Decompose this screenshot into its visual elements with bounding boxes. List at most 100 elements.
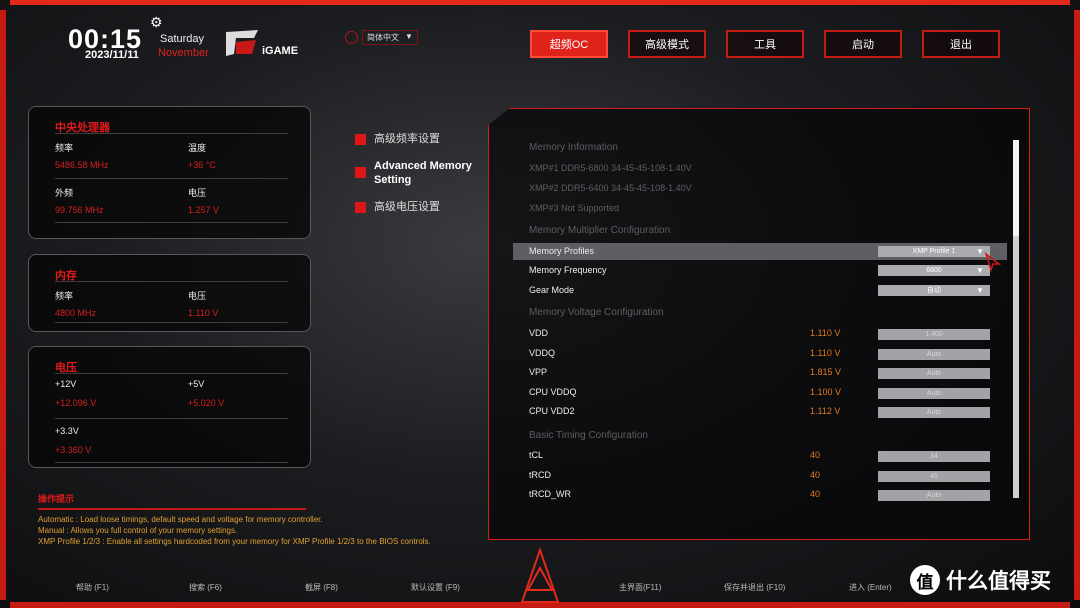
v5: +5.020 V	[188, 398, 225, 408]
mem-freq: 4800 MHz	[55, 308, 97, 318]
footer-help[interactable]: 帮助 (F1)	[76, 582, 109, 593]
setting-input[interactable]: 34	[878, 451, 990, 462]
cpu-freq: 5486.58 MHz	[55, 160, 109, 170]
mem-volt-label: 电压	[188, 291, 207, 301]
setting-input[interactable]: Auto	[878, 490, 990, 502]
memory-panel: 内存 频率 4800 MHz 电压 1.110 V	[28, 254, 311, 332]
setting-label: CPU VDD2	[529, 406, 575, 417]
submenu-label: Advanced Memory Setting	[374, 160, 472, 186]
chevron-down-icon: ▼	[976, 286, 984, 295]
tab-boot[interactable]: 启动	[824, 30, 902, 58]
setting-label: tRCD_WR	[529, 489, 571, 500]
v12-label: +12V	[55, 379, 77, 389]
memory-frequency-dropdown[interactable]: 6800 ▼	[878, 265, 990, 276]
submenu-advanced-memory[interactable]: Advanced Memory Setting	[355, 159, 484, 187]
memory-profiles-label: Memory Profiles	[529, 246, 595, 256]
gear-mode-dropdown[interactable]: 自动 ▼	[878, 285, 990, 296]
frame-left	[0, 10, 6, 600]
setting-current-value: 1.110 V	[810, 347, 841, 358]
xmp2-info: XMP#2 DDR5-6400 34-45-45-108-1.40V	[529, 183, 692, 193]
section-multiplier: Memory Multiplier Configuration	[529, 225, 671, 236]
v5-label: +5V	[188, 379, 205, 389]
tips-divider	[38, 508, 306, 510]
v33: +3.360 V	[55, 445, 92, 455]
tab-exit[interactable]: 退出	[922, 30, 1000, 58]
tab-tools[interactable]: 工具	[726, 30, 804, 58]
frame-right	[1074, 10, 1080, 600]
xmp1-info: XMP#1 DDR5-6800 34-45-45-108-1.40V	[529, 163, 692, 173]
emblem-logo	[520, 548, 560, 603]
tips-title: 操作提示	[38, 494, 75, 504]
tip-line: Automatic : Load loose timings, default …	[38, 515, 323, 524]
month: November	[158, 47, 209, 59]
footer-screenshot[interactable]: 截屏 (F8)	[305, 582, 338, 593]
setting-input[interactable]: Auto	[878, 407, 990, 419]
dropdown-value: 自动	[927, 287, 941, 294]
clock-date: 2023/11/11	[85, 49, 139, 61]
footer-defaults[interactable]: 默认设置 (F9)	[411, 582, 460, 593]
submenu-freq-settings[interactable]: 高级频率设置	[355, 132, 440, 146]
xmp3-info: XMP#3 Not Supported	[529, 203, 620, 213]
setting-label: VPP	[529, 367, 548, 378]
setting-current-value: 40	[810, 489, 821, 500]
footer-save-exit[interactable]: 保存并退出 (F10)	[724, 582, 785, 593]
cpu-volt: 1.257 V	[188, 205, 220, 215]
gear-mode-label: Gear Mode	[529, 285, 575, 295]
submenu-voltage-settings[interactable]: 高级电压设置	[355, 200, 440, 214]
footer-main[interactable]: 主界面(F11)	[619, 582, 662, 593]
scrollbar[interactable]	[1013, 140, 1019, 498]
language-selector[interactable]: 简体中文 ▼	[345, 30, 418, 45]
setting-input[interactable]: Auto	[878, 368, 990, 380]
igame-logo: iGAME	[226, 30, 298, 57]
submenu-label: 高级频率设置	[374, 133, 440, 145]
watermark-icon: 值	[910, 565, 940, 595]
setting-current-value: 1.112 V	[810, 406, 841, 417]
cpu-temp: +36 °C	[188, 160, 216, 170]
mouse-cursor-icon	[984, 252, 1002, 272]
setting-label: VDDQ	[529, 347, 556, 358]
submenu-label: 高级电压设置	[374, 201, 440, 213]
setting-current-value: 40	[810, 450, 821, 460]
tip-line: Manual : Allows you full control of your…	[38, 526, 238, 535]
setting-current-value: 1.110 V	[810, 328, 841, 338]
mem-freq-label: 频率	[55, 291, 74, 301]
cpu-volt-label: 电压	[188, 188, 207, 198]
tab-overclock[interactable]: 超频OC	[530, 30, 608, 58]
scrollbar-thumb[interactable]	[1013, 140, 1019, 236]
cpu-panel: 中央处理器 频率 5486.58 MHz 温度 +36 °C 外频 99.756…	[28, 106, 311, 239]
footer-enter[interactable]: 进入 (Enter)	[849, 582, 892, 593]
v12: +12.096 V	[55, 398, 97, 408]
memory-profiles-dropdown[interactable]: XMP Profile 1 ▼	[878, 246, 990, 257]
setting-input[interactable]: Auto	[878, 348, 990, 360]
cpu-bclk: 99.756 MHz	[55, 205, 104, 215]
watermark: 值什么值得买	[910, 565, 1051, 595]
tip-line: XMP Profile 1/2/3 : Enable all settings …	[38, 537, 431, 546]
section-memory-info: Memory Information	[529, 142, 618, 153]
setting-current-value: 1.815 V	[810, 367, 842, 378]
setting-input[interactable]: 45	[878, 470, 990, 482]
watermark-text: 什么值得买	[946, 570, 1051, 593]
section-voltage: Memory Voltage Configuration	[529, 307, 664, 318]
svg-text:iGAME: iGAME	[262, 45, 298, 57]
settings-gear-icon[interactable]: ⚙	[150, 14, 163, 31]
setting-label: tRCD	[529, 469, 551, 480]
cpu-temp-label: 温度	[188, 143, 207, 153]
setting-input[interactable]: Auto	[878, 387, 990, 399]
setting-label: tCL	[529, 450, 544, 460]
footer-search[interactable]: 搜索 (F6)	[189, 582, 222, 593]
voltage-panel: 电压 +12V +12.096 V +5V +5.020 V +3.3V +3.…	[28, 346, 311, 468]
chevron-down-icon: ▼	[405, 32, 413, 41]
tab-advanced[interactable]: 高级模式	[628, 30, 706, 58]
weekday: Saturday	[160, 33, 205, 45]
dropdown-value: 6800	[926, 267, 942, 274]
mem-volt: 1.110 V	[188, 308, 219, 318]
frame-top	[10, 0, 1070, 5]
setting-label: VDD	[529, 328, 549, 338]
section-timing: Basic Timing Configuration	[529, 430, 648, 441]
language-value: 简体中文	[367, 33, 399, 42]
memory-frequency-label: Memory Frequency	[529, 265, 607, 275]
v33-label: +3.3V	[55, 426, 79, 436]
cpu-bclk-label: 外频	[55, 188, 74, 198]
cpu-freq-label: 频率	[55, 143, 74, 153]
setting-input[interactable]: 1.400	[878, 329, 990, 340]
